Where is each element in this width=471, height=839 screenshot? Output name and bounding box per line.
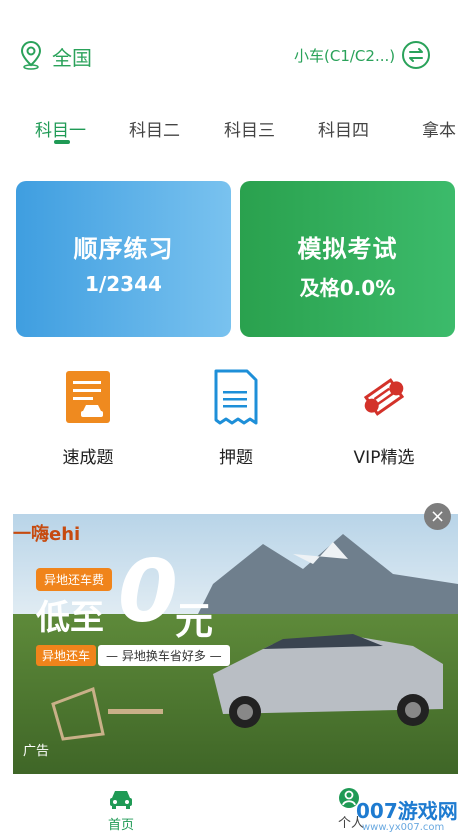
ad-tag: — 异地换车省好多 —: [98, 645, 230, 666]
practice-progress: 1/2344: [85, 272, 162, 296]
ad-headline-yuan: 元: [175, 599, 214, 643]
mock-exam-card[interactable]: 模拟考试 及格0.0%: [240, 181, 455, 337]
quick-action-predict[interactable]: 押题: [171, 367, 301, 468]
ad-banner[interactable]: [13, 514, 458, 774]
close-icon[interactable]: ×: [424, 503, 451, 530]
car-home-icon[interactable]: [108, 788, 134, 810]
sequential-practice-card[interactable]: 顺序练习 1/2344: [16, 181, 231, 337]
location-selector[interactable]: 全国: [52, 42, 92, 71]
pass-rate: 及格0.0%: [299, 276, 396, 300]
quick-action-label: 速成题: [62, 448, 114, 468]
tab-get-license[interactable]: 拿本: [422, 116, 456, 141]
subject-tabs: 科目一 科目二 科目三 科目四 拿本: [0, 110, 471, 150]
tab-subject-2[interactable]: 科目二: [129, 116, 180, 141]
tab-subject-3[interactable]: 科目三: [224, 116, 275, 141]
document-car-icon: [66, 371, 110, 423]
ad-label: 广告: [23, 744, 50, 759]
quick-action-vip[interactable]: VIP精选: [319, 367, 449, 468]
ad-tag: 异地还车: [36, 645, 97, 666]
receipt-icon: [214, 369, 258, 425]
tab-subject-4[interactable]: 科目四: [318, 116, 369, 141]
quick-action-label: 押题: [219, 448, 253, 468]
ad-brand-logo: 一嗨ehi: [13, 524, 81, 545]
ad-scenery-image: [13, 514, 458, 774]
quick-action-label: VIP精选: [353, 448, 415, 468]
watermark: 007游戏网: [356, 799, 458, 823]
card-title: 模拟考试: [297, 235, 398, 263]
location-pin-icon[interactable]: [20, 40, 42, 70]
watermark-url: www.yx007.com: [362, 822, 445, 833]
nav-home-label[interactable]: 首页: [108, 814, 134, 833]
active-tab-indicator: [54, 140, 70, 144]
ad-badge: 异地还车费: [36, 568, 113, 591]
card-title: 顺序练习: [73, 235, 174, 263]
tab-subject-1[interactable]: 科目一: [35, 116, 86, 141]
quick-action-speed[interactable]: 速成题: [23, 367, 153, 468]
car-type-selector[interactable]: 小车(C1/C2...): [294, 45, 395, 66]
scroll-icon: [363, 378, 405, 416]
swap-icon[interactable]: [402, 41, 430, 69]
ad-headline-zero: 0: [118, 542, 178, 642]
ad-headline: 低至: [36, 598, 104, 638]
